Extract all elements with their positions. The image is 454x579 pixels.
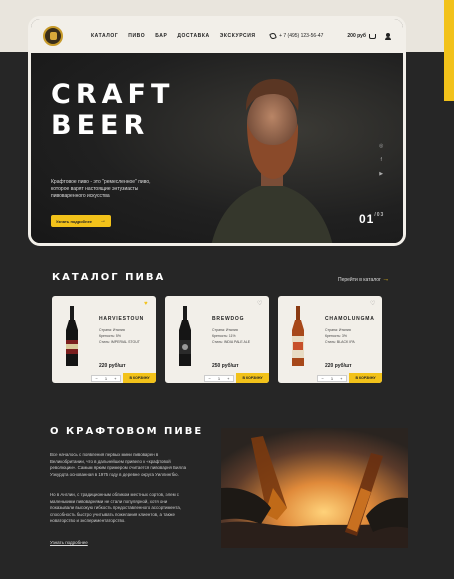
product-style: Стиль: BLACK IPA (325, 340, 355, 344)
about-learn-more-link[interactable]: Узнать подробнее (50, 540, 88, 545)
learn-more-button[interactable]: Узнать подробнее → (51, 215, 111, 227)
hero-title-line-2: BEER (51, 110, 150, 141)
product-specs: Страна: Италия Крепость: 3% Стиль: BLACK… (325, 327, 355, 345)
amber-bottle-image (292, 306, 304, 366)
facebook-icon[interactable]: f (380, 157, 381, 163)
card-actions: − 1 + В КОРЗИНУ (165, 373, 269, 383)
plus-icon[interactable]: + (340, 376, 342, 381)
quantity-stepper[interactable]: − 1 + (91, 374, 121, 382)
phone-contact[interactable]: + 7 (495) 123-56-47 (269, 32, 324, 40)
product-card-harviestoun[interactable]: ♥ HARVIESTOUN Страна: Италия Крепость: 5… (52, 296, 156, 383)
product-specs: Страна: Италия Крепость: 5% Стиль: IMPER… (99, 327, 140, 345)
phone-number: + 7 (495) 123-56-47 (279, 33, 324, 39)
instagram-icon[interactable]: ◎ (379, 143, 383, 149)
hero-frame: Каталог Пиво Бар Доставка Экскурсия + 7 … (28, 16, 406, 246)
favorite-heart-icon[interactable]: ♡ (370, 301, 376, 307)
about-paragraph-1: Все началось с появления первых мини пив… (50, 452, 187, 477)
quantity-value: 1 (104, 375, 108, 381)
top-navigation: Каталог Пиво Бар Доставка Экскурсия + 7 … (31, 19, 403, 53)
quantity-stepper[interactable]: − 1 + (204, 374, 234, 382)
product-name: HARVIESTOUN (99, 316, 145, 322)
dark-bottle-image (66, 306, 78, 366)
cart-total: 200 руб (347, 33, 366, 39)
hero-title-line-1: CRAFT (51, 79, 175, 110)
learn-more-label: Узнать подробнее (56, 218, 93, 224)
go-to-catalog-link[interactable]: Перейти в каталог → (338, 276, 389, 283)
nav-link-excursion[interactable]: Экскурсия (220, 33, 256, 39)
product-style: Стиль: INDIA PALE ALE (212, 340, 251, 344)
nav-link-catalog[interactable]: Каталог (91, 33, 118, 39)
about-paragraph-2: Но в Англии, с традиционным обликом мест… (50, 492, 182, 523)
minus-icon[interactable]: − (209, 376, 211, 381)
cart-icon (369, 33, 376, 39)
card-actions: − 1 + В КОРЗИНУ (52, 373, 156, 383)
plus-icon[interactable]: + (114, 376, 116, 381)
product-price: 220 руб/шт (325, 363, 352, 369)
quantity-value: 1 (330, 375, 334, 381)
hero-title: CRAFT BEER (51, 79, 174, 141)
accent-strip (444, 0, 454, 101)
go-to-catalog-label: Перейти в каталог (338, 277, 381, 283)
bearded-man-photo (211, 79, 333, 243)
product-name: BREWDOG (212, 316, 245, 322)
youtube-icon[interactable]: ▶ (379, 171, 383, 177)
quantity-value: 1 (217, 375, 221, 381)
product-specs: Страна: Италия Крепость: 11% Стиль: INDI… (212, 327, 250, 345)
social-links: ◎ f ▶ (379, 143, 383, 177)
product-style: Стиль: IMPERIAL STOUT (99, 340, 140, 344)
product-price: 250 руб/шт (212, 363, 239, 369)
arrow-right-icon: → (382, 276, 390, 283)
favorite-heart-icon[interactable]: ♥ (144, 301, 150, 307)
slide-total: /03 (374, 212, 385, 218)
quantity-stepper[interactable]: − 1 + (317, 374, 347, 382)
product-card-brewdog[interactable]: ♡ BREWDOG Страна: Италия Крепость: 11% С… (165, 296, 269, 383)
product-card-chamolungma[interactable]: ♡ CHAMOLUNGMA Страна: Италия Крепость: 3… (278, 296, 382, 383)
slide-current: 01 (359, 212, 375, 226)
product-price: 220 руб/шт (99, 363, 126, 369)
favorite-heart-icon[interactable]: ♡ (257, 301, 263, 307)
add-to-cart-button[interactable]: В КОРЗИНУ (123, 373, 156, 383)
beer-toast-photo (221, 428, 408, 548)
user-icon[interactable] (385, 32, 391, 40)
catalog-title: КАТАЛОГ ПИВА (52, 272, 166, 283)
product-name: CHAMOLUNGMA (325, 316, 375, 322)
add-to-cart-button[interactable]: В КОРЗИНУ (236, 373, 269, 383)
arrow-right-icon: → (100, 218, 106, 224)
minus-icon[interactable]: − (96, 376, 98, 381)
brand-logo[interactable] (43, 26, 63, 46)
minus-icon[interactable]: − (322, 376, 324, 381)
slide-counter: 01/03 (359, 212, 384, 226)
hero-description: Крафтовое пиво - это "ремесленное" пиво,… (51, 179, 151, 199)
plus-icon[interactable]: + (227, 376, 229, 381)
phone-icon (269, 32, 277, 40)
add-to-cart-button[interactable]: В КОРЗИНУ (349, 373, 382, 383)
cart-button[interactable]: 200 руб (347, 33, 376, 39)
dark-bottle-image (179, 306, 191, 366)
card-actions: − 1 + В КОРЗИНУ (278, 373, 382, 383)
about-title: О КРАФТОВОМ ПИВЕ (50, 426, 204, 437)
nav-link-beer[interactable]: Пиво (128, 33, 145, 39)
nav-link-delivery[interactable]: Доставка (177, 33, 209, 39)
nav-links: Каталог Пиво Бар Доставка Экскурсия (91, 33, 256, 39)
nav-link-bar[interactable]: Бар (155, 33, 167, 39)
